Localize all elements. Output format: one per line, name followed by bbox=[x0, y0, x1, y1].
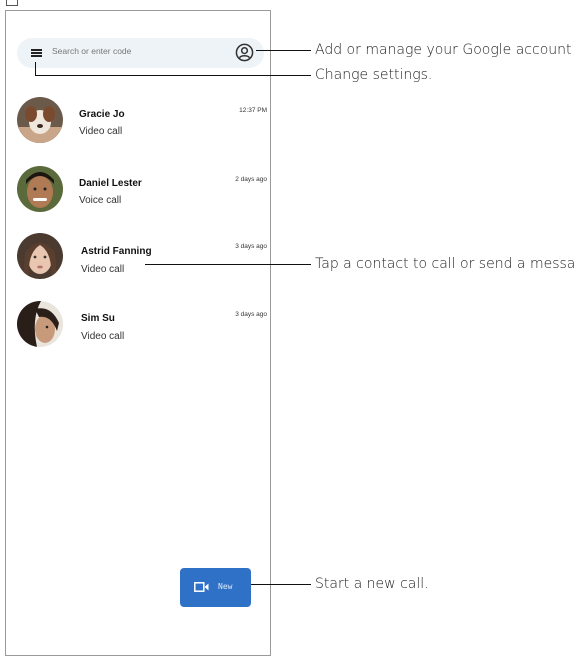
search-bar[interactable]: Search or enter code bbox=[17, 38, 264, 68]
contact-name: Astrid Fanning bbox=[81, 246, 152, 257]
contact-item[interactable]: Sim Su Video call 3 days ago bbox=[17, 301, 267, 351]
contact-item[interactable]: Astrid Fanning Video call 3 days ago bbox=[17, 233, 267, 283]
contact-callout-line bbox=[145, 264, 311, 265]
call-type: Voice call bbox=[79, 195, 122, 206]
new-call-button[interactable]: New bbox=[180, 568, 251, 607]
settings-callout-line-vertical bbox=[35, 62, 36, 75]
contact-item[interactable]: Daniel Lester Voice call 2 days ago bbox=[17, 166, 267, 216]
contact-name: Gracie Jo bbox=[79, 109, 125, 120]
phone-screen: Search or enter code Gracie Jo Video cal… bbox=[5, 10, 271, 656]
account-callout-line bbox=[256, 50, 311, 51]
call-type: Video call bbox=[79, 126, 123, 137]
callout-account: Add or manage your Google account bbox=[315, 42, 572, 58]
search-input[interactable]: Search or enter code bbox=[52, 46, 131, 56]
video-camera-icon bbox=[194, 582, 209, 592]
call-type: Video call bbox=[81, 264, 125, 275]
callout-contact: Tap a contact to call or send a message bbox=[315, 256, 575, 272]
call-type: Video call bbox=[81, 331, 125, 342]
callout-settings: Change settings. bbox=[315, 67, 433, 83]
account-icon[interactable] bbox=[235, 43, 254, 62]
new-call-label: New bbox=[218, 582, 233, 591]
contact-name: Daniel Lester bbox=[79, 178, 142, 189]
avatar bbox=[17, 301, 63, 347]
frame-edge bbox=[6, 0, 18, 6]
settings-callout-line bbox=[35, 75, 311, 76]
avatar bbox=[17, 166, 63, 212]
menu-icon[interactable] bbox=[31, 49, 42, 57]
call-time: 2 days ago bbox=[235, 176, 267, 183]
contact-name: Sim Su bbox=[81, 313, 115, 324]
avatar bbox=[17, 233, 63, 279]
call-time: 12:37 PM bbox=[239, 107, 267, 114]
new-call-callout-line bbox=[251, 584, 311, 585]
contact-item[interactable]: Gracie Jo Video call 12:37 PM bbox=[17, 97, 267, 147]
call-time: 3 days ago bbox=[235, 311, 267, 318]
callout-new-call: Start a new call. bbox=[315, 576, 429, 592]
call-time: 3 days ago bbox=[235, 243, 267, 250]
avatar bbox=[17, 97, 63, 143]
